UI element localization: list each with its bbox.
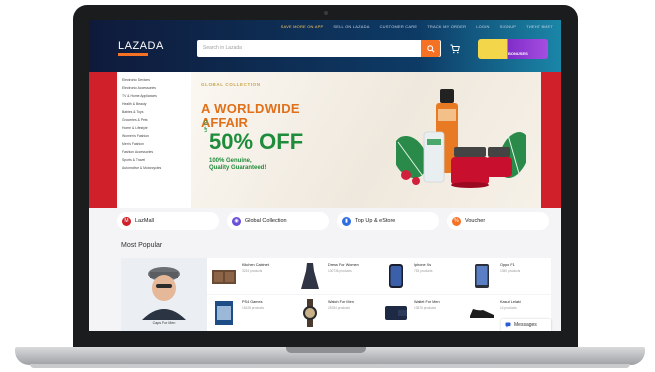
menu-item[interactable]: Health & Beauty bbox=[122, 100, 191, 108]
banner-headline-2: AFFAIR bbox=[201, 115, 248, 130]
watch-image bbox=[296, 299, 324, 327]
messages-button[interactable]: Messages bbox=[501, 319, 551, 331]
popular-item[interactable]: Kitchen Cabinet 3234 products bbox=[207, 258, 293, 294]
banner-tag: GLOBAL COLLECTION bbox=[201, 82, 261, 87]
shortcut-global-collection[interactable]: ◉ Global Collection bbox=[227, 212, 329, 230]
popular-item[interactable]: Wallet For Men 13876 products bbox=[379, 295, 465, 331]
chat-icon bbox=[505, 322, 511, 328]
popular-item[interactable]: PS4 Games 15428 products bbox=[207, 295, 293, 331]
cabinet-image bbox=[210, 262, 238, 290]
banner-headline-1: A WORLDWIDE bbox=[201, 101, 300, 116]
popular-item[interactable]: Oppo F1 1350 products bbox=[465, 258, 551, 294]
shortcut-label: Top Up & eStore bbox=[355, 218, 396, 224]
popular-grid: Kitchen Cabinet 3234 products Dress For … bbox=[207, 258, 551, 331]
menu-item[interactable]: Automotive & Motorcycles bbox=[122, 164, 191, 172]
section-title: Most Popular bbox=[121, 242, 163, 249]
top-link-app[interactable]: SAVE MORE ON APP bbox=[281, 24, 324, 29]
item-name: Iphone Xs bbox=[414, 263, 432, 267]
item-name: Watch For Men bbox=[328, 300, 354, 304]
banner-upto: UP TO bbox=[203, 119, 208, 132]
hero-banner[interactable]: GLOBAL COLLECTION A WORLDWIDE AFFAIR UP … bbox=[191, 72, 541, 208]
menu-item[interactable]: Men's Fashion bbox=[122, 140, 191, 148]
item-count: 13876 products bbox=[414, 306, 436, 310]
cart-icon bbox=[450, 44, 460, 54]
shortcut-topup[interactable]: ▮ Top Up & eStore bbox=[337, 212, 439, 230]
item-count: 1350 products bbox=[500, 269, 521, 273]
menu-item[interactable]: TV & Home Appliances bbox=[122, 92, 191, 100]
promo-banner-small[interactable]: BONUSES bbox=[478, 39, 548, 59]
site-header: SAVE MORE ON APP SELL ON LAZADA CUSTOMER… bbox=[89, 20, 561, 72]
category-menu: Electronic Devices Electronic Accessorie… bbox=[117, 72, 191, 208]
search-icon bbox=[426, 44, 435, 53]
popular-item[interactable]: Dress For Women 100736 products bbox=[293, 258, 379, 294]
oppo-phone-image bbox=[468, 262, 496, 290]
item-count: 28784 products bbox=[328, 306, 350, 310]
laptop-foot bbox=[30, 364, 630, 368]
menu-item[interactable]: Sports & Travel bbox=[122, 156, 191, 164]
item-name: Kitchen Cabinet bbox=[242, 263, 269, 267]
wallet-image bbox=[382, 299, 410, 327]
menu-item[interactable]: Babies & Toys bbox=[122, 108, 191, 116]
cosmetics-illustration bbox=[396, 89, 526, 188]
messages-label: Messages bbox=[514, 322, 537, 328]
item-name: Wallet For Men bbox=[414, 300, 440, 304]
site-logo[interactable]: LAZADA bbox=[118, 40, 164, 52]
logo-underline bbox=[118, 53, 148, 56]
popular-item[interactable]: Iphone Xs 753 products bbox=[379, 258, 465, 294]
menu-item[interactable]: Home & Lifestyle bbox=[122, 124, 191, 132]
banner-note-2: Quality Guaranteed! bbox=[209, 165, 267, 171]
top-link-signup[interactable]: SIGNUP bbox=[500, 24, 517, 29]
top-link-track-order[interactable]: TRACK MY ORDER bbox=[427, 24, 466, 29]
category-shortcuts: M LazMall ◉ Global Collection ▮ Top Up &… bbox=[117, 212, 549, 230]
shortcut-lazmall[interactable]: M LazMall bbox=[117, 212, 219, 230]
banner-note-1: 100% Genuine, bbox=[209, 158, 252, 164]
topup-icon: ▮ bbox=[342, 216, 351, 226]
globe-icon: ◉ bbox=[232, 216, 241, 226]
laptop-notch bbox=[286, 347, 366, 353]
item-count: 753 products bbox=[414, 269, 433, 273]
banner-discount: 50% OFF bbox=[209, 129, 304, 154]
item-name: Dress For Women bbox=[328, 263, 359, 267]
search-placeholder: Search in Lazada bbox=[203, 45, 242, 51]
webcam bbox=[324, 11, 328, 15]
browser-screen: SAVE MORE ON APP SELL ON LAZADA CUSTOMER… bbox=[89, 20, 561, 331]
shortcut-voucher[interactable]: % Voucher bbox=[447, 212, 549, 230]
voucher-icon: % bbox=[452, 216, 461, 226]
item-count: 3234 products bbox=[242, 269, 263, 273]
man-cap-image bbox=[142, 267, 186, 320]
top-link-login[interactable]: LOGIN bbox=[476, 24, 489, 29]
item-name: Oppo F1 bbox=[500, 263, 515, 267]
search-input[interactable]: Search in Lazada bbox=[197, 40, 441, 57]
shortcut-label: LazMall bbox=[135, 218, 154, 224]
menu-item[interactable]: Electronic Devices bbox=[122, 76, 191, 84]
menu-item[interactable]: Fashion Accessories bbox=[122, 148, 191, 156]
shoe-image bbox=[468, 299, 496, 327]
top-link-sell[interactable]: SELL ON LAZADA bbox=[333, 24, 369, 29]
top-links: SAVE MORE ON APP SELL ON LAZADA CUSTOMER… bbox=[281, 24, 553, 29]
item-count: 100736 products bbox=[328, 269, 352, 273]
item-name: Kasut Lelaki bbox=[500, 300, 521, 304]
laptop-frame: SAVE MORE ON APP SELL ON LAZADA CUSTOMER… bbox=[0, 0, 655, 372]
featured-product-name: Caps For Men bbox=[152, 321, 176, 325]
top-link-customer-care[interactable]: CUSTOMER CARE bbox=[380, 24, 418, 29]
featured-product[interactable]: Caps For Men bbox=[121, 258, 207, 331]
top-link-language[interactable]: ТИЕНГ ВИЕТ bbox=[526, 24, 553, 29]
promo-label: BONUSES bbox=[508, 51, 528, 56]
dress-image bbox=[296, 262, 324, 290]
game-case-image bbox=[210, 299, 238, 327]
lazmall-icon: M bbox=[122, 216, 131, 226]
item-name: PS4 Games bbox=[242, 300, 263, 304]
cart-button[interactable] bbox=[449, 43, 461, 55]
shortcut-label: Voucher bbox=[465, 218, 486, 224]
item-count: 14 products bbox=[500, 306, 517, 310]
shortcut-label: Global Collection bbox=[245, 218, 287, 224]
menu-item[interactable]: Women's Fashion bbox=[122, 132, 191, 140]
menu-item[interactable]: Electronic Accessories bbox=[122, 84, 191, 92]
item-count: 15428 products bbox=[242, 306, 264, 310]
search-button[interactable] bbox=[421, 40, 440, 57]
phone-image bbox=[382, 262, 410, 290]
popular-item[interactable]: Watch For Men 28784 products bbox=[293, 295, 379, 331]
menu-item[interactable]: Groceries & Pets bbox=[122, 116, 191, 124]
